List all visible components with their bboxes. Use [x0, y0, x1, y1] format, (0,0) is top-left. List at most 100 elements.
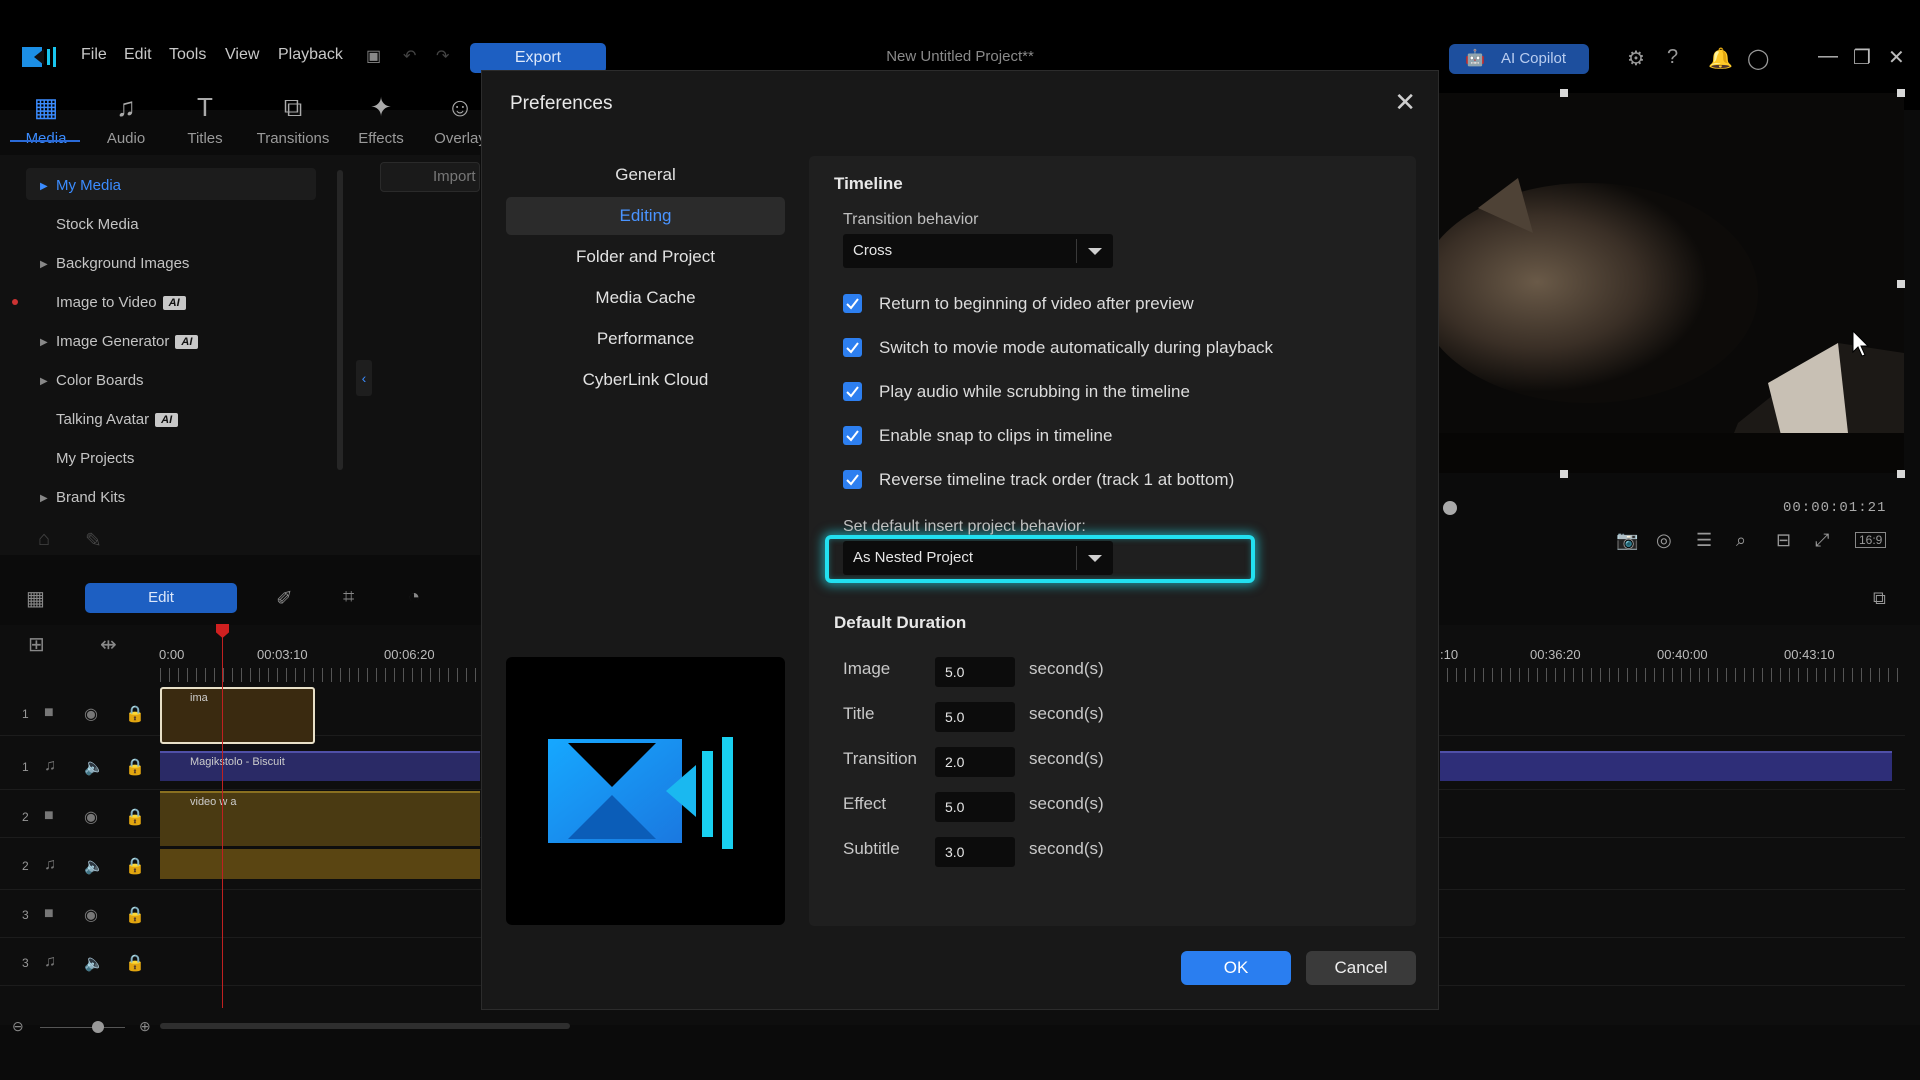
media-scrollbar[interactable]	[337, 170, 343, 470]
resize-handle[interactable]	[1897, 280, 1905, 288]
playback-mode-icon[interactable]: ◎	[1656, 530, 1672, 551]
media-item-brand-kits[interactable]: Brand Kits	[56, 489, 125, 506]
restore-icon[interactable]: ❐	[1853, 45, 1871, 70]
nav-folder-and-project[interactable]: Folder and Project	[506, 238, 785, 276]
bell-icon[interactable]: 🔔	[1708, 46, 1733, 71]
media-item-talking-avatar[interactable]: Talking Avatar AI	[56, 411, 179, 428]
fit-timeline-icon[interactable]: ⇹	[100, 632, 117, 657]
nav-editing[interactable]: Editing	[506, 197, 785, 235]
menu-edit[interactable]: Edit	[124, 46, 152, 64]
menu-tools[interactable]: Tools	[169, 46, 206, 64]
tab-titles[interactable]: T Titles	[165, 92, 245, 147]
expand-caret-icon[interactable]: ▶	[40, 181, 48, 192]
duration-input-title[interactable]	[935, 702, 1015, 732]
add-tag-icon[interactable]: ⌂	[38, 528, 50, 551]
media-item-my-projects[interactable]: My Projects	[56, 450, 134, 467]
duration-input-transition[interactable]	[935, 747, 1015, 777]
media-item-image-to-video[interactable]: Image to Video AI	[56, 294, 186, 311]
zoom-icon[interactable]: ⌕	[1736, 530, 1746, 551]
expand-caret-icon[interactable]: ▶	[40, 376, 48, 387]
zoom-in-icon[interactable]: ⊕	[139, 1018, 151, 1035]
speaker-icon[interactable]: 🔈	[84, 953, 104, 973]
duration-input-image[interactable]	[935, 657, 1015, 687]
account-icon[interactable]: ◯	[1747, 46, 1769, 71]
aspect-ratio-button[interactable]: 16:9	[1855, 532, 1887, 548]
collapse-panel-icon[interactable]: ‹	[356, 360, 372, 396]
nav-general[interactable]: General	[506, 156, 785, 194]
menu-view[interactable]: View	[225, 46, 259, 64]
checkbox-checked-icon[interactable]	[843, 294, 862, 313]
fullscreen-icon[interactable]: ⤢	[1815, 530, 1829, 551]
resize-handle[interactable]	[1897, 470, 1905, 478]
save-icon[interactable]: ▣	[366, 46, 381, 66]
menu-file[interactable]: File	[81, 46, 107, 64]
import-button[interactable]: Import	[380, 162, 480, 192]
video-audio-clip[interactable]	[160, 849, 480, 879]
lock-icon[interactable]: 🔒	[125, 905, 145, 925]
resize-handle[interactable]	[1560, 470, 1568, 478]
timeline-scrollbar[interactable]	[160, 1023, 570, 1029]
lock-icon[interactable]: 🔒	[125, 807, 145, 827]
eye-icon[interactable]: ◉	[84, 905, 98, 925]
speaker-icon[interactable]: 🔈	[84, 757, 104, 777]
resize-handle[interactable]	[1560, 89, 1568, 97]
window-close-icon[interactable]: ✕	[1888, 45, 1905, 70]
media-item-image-generator[interactable]: Image Generator AI	[56, 333, 199, 350]
minimize-icon[interactable]: —	[1818, 45, 1838, 68]
eye-icon[interactable]: ◉	[84, 807, 98, 827]
media-item-my-media[interactable]: My Media	[56, 177, 121, 194]
checkbox-checked-icon[interactable]	[843, 470, 862, 489]
tab-audio[interactable]: ♫ Audio	[86, 92, 166, 147]
track-manager-icon[interactable]: ⊞	[28, 632, 45, 657]
edit-tag-icon[interactable]: ✎	[85, 528, 102, 553]
redo-icon[interactable]: ↷	[436, 46, 449, 66]
eye-icon[interactable]: ◉	[84, 704, 98, 724]
audio-clip-continuation[interactable]	[1440, 751, 1892, 781]
grid-view-icon[interactable]: ▦	[26, 586, 45, 611]
ok-button[interactable]: OK	[1181, 951, 1291, 985]
checkbox-checked-icon[interactable]	[843, 426, 862, 445]
tab-transitions[interactable]: ⧉ Transitions	[253, 92, 333, 147]
lock-icon[interactable]: 🔒	[125, 856, 145, 876]
zoom-out-icon[interactable]: ⊖	[12, 1018, 24, 1035]
list-icon[interactable]: ☰	[1696, 530, 1712, 551]
pen-icon[interactable]: ✐	[276, 586, 293, 611]
media-item-background-images[interactable]: Background Images	[56, 255, 189, 272]
checkbox-checked-icon[interactable]	[843, 382, 862, 401]
lock-icon[interactable]: 🔒	[125, 757, 145, 777]
lock-icon[interactable]: 🔒	[125, 953, 145, 973]
speed-icon[interactable]: ◔	[408, 586, 420, 609]
nav-cyberlink-cloud[interactable]: CyberLink Cloud	[506, 361, 785, 399]
duration-input-effect[interactable]	[935, 792, 1015, 822]
split-view-icon[interactable]: ⊟	[1776, 530, 1791, 551]
preview-scrubber[interactable]	[1443, 501, 1457, 515]
zoom-slider-knob[interactable]	[92, 1021, 104, 1033]
media-item-color-boards[interactable]: Color Boards	[56, 372, 144, 389]
transition-behavior-select[interactable]: Cross	[843, 234, 1113, 268]
checkbox-checked-icon[interactable]	[843, 338, 862, 357]
nav-performance[interactable]: Performance	[506, 320, 785, 358]
duration-input-subtitle[interactable]	[935, 837, 1015, 867]
expand-caret-icon[interactable]: ▶	[40, 493, 48, 504]
tab-effects[interactable]: ✦ Effects	[341, 92, 421, 147]
timeline-settings-icon[interactable]: ⧉	[1873, 588, 1886, 609]
export-button[interactable]: Export	[470, 43, 606, 73]
undo-icon[interactable]: ↶	[403, 46, 416, 66]
audio-clip[interactable]: Magikstolo - Biscuit	[160, 751, 480, 781]
media-item-stock-media[interactable]: Stock Media	[56, 216, 139, 233]
close-icon[interactable]: ✕	[1394, 87, 1416, 118]
zoom-slider-track[interactable]	[40, 1027, 125, 1028]
crop-icon[interactable]: ⌗	[343, 586, 354, 609]
gear-icon[interactable]: ⚙	[1627, 46, 1645, 71]
resize-handle[interactable]	[1897, 89, 1905, 97]
insert-behavior-select[interactable]: As Nested Project	[843, 541, 1113, 575]
help-icon[interactable]: ?	[1667, 46, 1678, 69]
expand-caret-icon[interactable]: ▶	[40, 337, 48, 348]
edit-button[interactable]: Edit	[85, 583, 237, 613]
tab-media[interactable]: ▦ Media	[6, 92, 86, 147]
video-clip[interactable]: video w a	[160, 791, 480, 846]
nav-media-cache[interactable]: Media Cache	[506, 279, 785, 317]
camera-icon[interactable]: 📷	[1616, 530, 1638, 551]
image-clip[interactable]: ima	[160, 687, 315, 744]
menu-playback[interactable]: Playback	[278, 46, 343, 64]
